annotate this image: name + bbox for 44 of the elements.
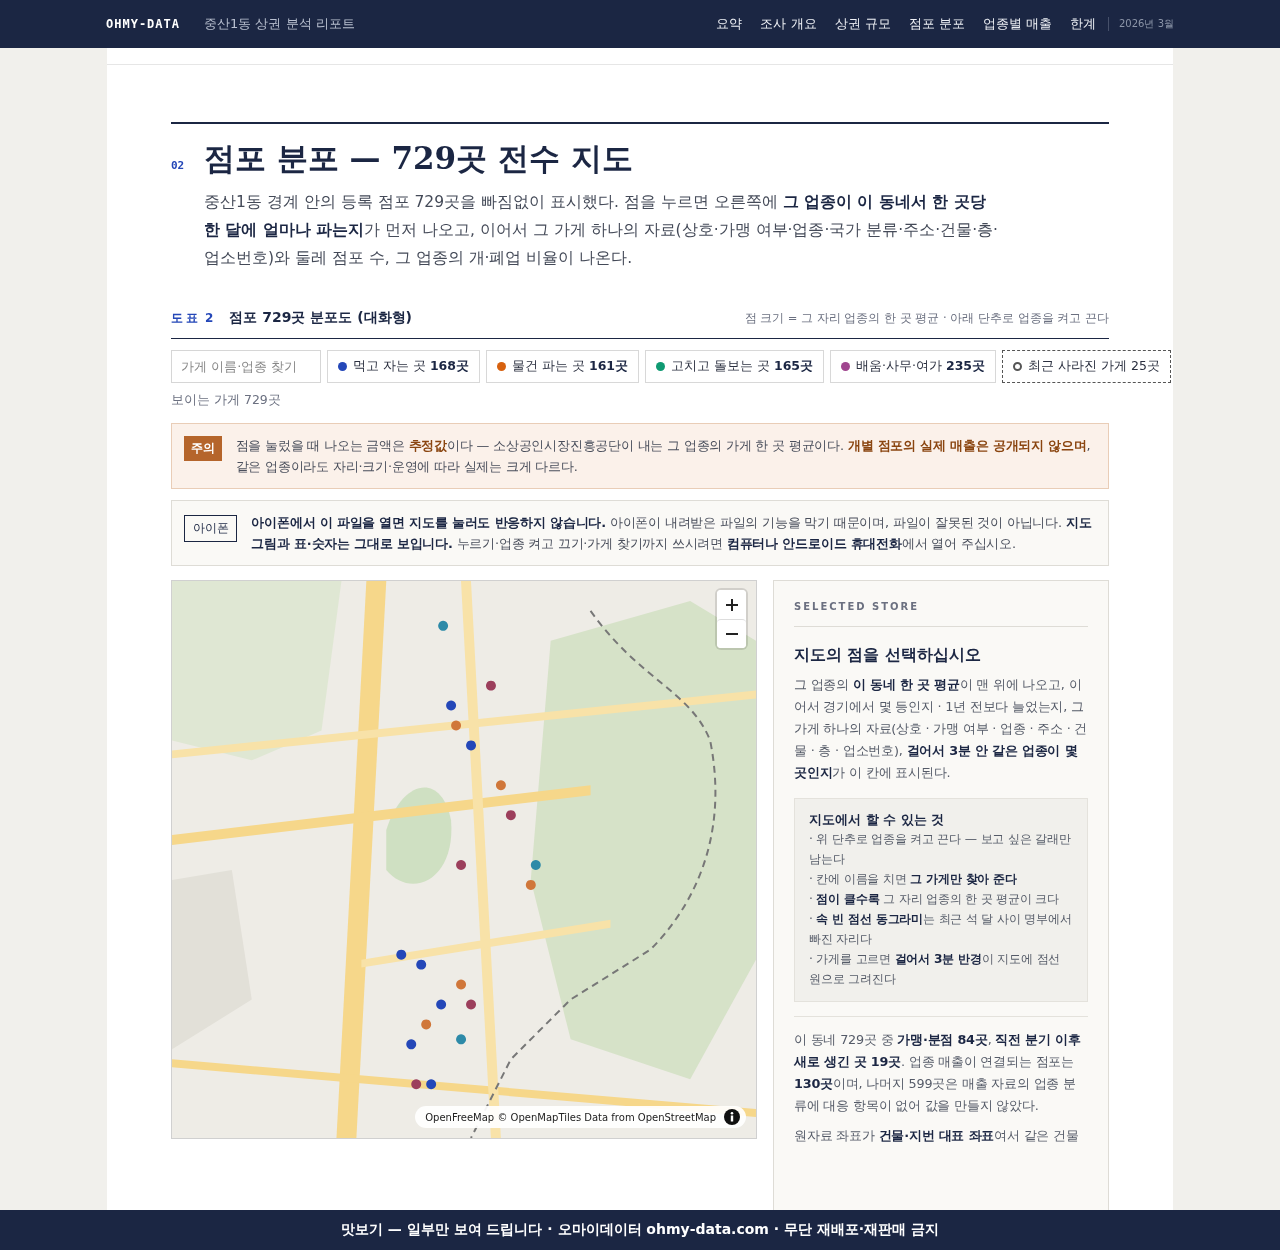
filter-button[interactable]: 최근 사라진 가게 25곳 <box>1002 350 1171 383</box>
section-title: 점포 분포 — 729곳 전수 지도 <box>204 139 633 178</box>
report-title: 중산1동 상권 분석 리포트 <box>204 15 355 33</box>
nav-link[interactable]: 상권 규모 <box>834 15 891 33</box>
section-intro: 중산1동 경계 안의 등록 점포 729곳을 빠짐없이 표시했다. 점을 누르면 오른쪽에 그 업종이 이 동네서 한 곳당 한 달에 얼마나 파는지가 먼저 나오고, 이어서 그 가게 하나의 자료(상호·가맹 여부·업종·국가 분류·주소·건물·층·업소번호)와 둘레 점포 수, 그 업종의 개·폐업 비율이 나온다. <box>204 192 999 269</box>
figure-note: 점 크기 = 그 자리 업종의 한 곳 평균 · 아래 단추로 업종을 켜고 끈다 <box>744 311 1109 326</box>
panel-eyebrow: SELECTED STORE <box>794 601 1088 627</box>
figure-number: 2 <box>205 311 214 325</box>
nav-link[interactable]: 업종별 매출 <box>982 15 1052 33</box>
nav-link[interactable]: 요약 <box>716 15 743 33</box>
panel-description: 그 업종의 이 동네 한 곳 평균이 맨 위에 나오고, 이어서 경기에서 몇 등인지 · 1년 전보다 늘었는지, 그 가게 하나의 자료(상호 · 가맹 여부 · 업종 · 주소 · 건물 · 층 · 업소번호), 걸어서 3분 안 같은 업종이 몇 곳인지가 이 칸에 표시된다. <box>794 676 1088 782</box>
notice-text: 점을 눌렀을 때 나오는 금액은 추정값이다 — 소상공인시장진흥공단이 내는 그 업종의 가게 한 곳 평균이다. 개별 점포의 실제 매출은 공개되지 않으며, 같은 업종이라도 자리·크기·운영에 따라 실제는 크게 다르다. <box>235 437 1092 476</box>
panel-title: 지도의 점을 선택하십시오 <box>794 645 982 666</box>
brand-logo[interactable]: OHMY-DATA <box>106 17 181 31</box>
minus-icon <box>725 633 738 635</box>
panel-note: 원자료 좌표가 건물·지번 대표 좌표여서 같은 건물 <box>794 1127 1080 1145</box>
filter-button[interactable]: 고치고 돌보는 곳 165곳 <box>645 350 825 383</box>
filter-button[interactable]: 먹고 자는 곳 168곳 <box>327 350 480 383</box>
notice-label: 주의 <box>184 436 222 461</box>
figure-label: 도표 <box>171 310 201 327</box>
help-item: · 가게를 고르면 걸어서 3분 반경이 지도에 점선 원으로 그려진다 <box>809 951 1062 988</box>
help-item: · 속 빈 점선 동그라미는 최근 석 달 사이 명부에서 빠진 자리다 <box>809 911 1073 948</box>
plus-icon <box>725 598 738 611</box>
nav-link[interactable]: 조사 개요 <box>760 15 817 33</box>
nav-link[interactable]: 점포 분포 <box>908 15 965 33</box>
nav-link[interactable]: 한계 <box>1070 15 1096 33</box>
zoom-out-button[interactable] <box>717 619 746 648</box>
search-field[interactable]: 가게 이름·업종 찾기 <box>171 350 321 383</box>
notice-text: 아이폰에서 이 파일을 열면 지도를 눌러도 반응하지 않습니다. 아이폰이 내려받은 파일의 기능을 막기 때문이며, 파일이 잘못된 것이 아닙니다. 지도 그림과 표·숫자는 그대로 보입니다. 누르기·업종 켜고 끄기·가게 찾기까지 쓰시려면 컴퓨터나 안드로이드 휴대전화에서 열어 주십시오. <box>251 514 1093 553</box>
notice-label: 아이폰 <box>184 515 238 542</box>
figure-title: 점포 729곳 분포도 (대화형) <box>229 309 412 327</box>
help-item: · 점이 클수록 그 자리 업종의 한 곳 평균이 크다 <box>809 891 1060 908</box>
info-icon[interactable] <box>724 1109 740 1125</box>
filter-button[interactable]: 물건 파는 곳 161곳 <box>486 350 640 383</box>
map-attribution: OpenFreeMap © OpenMapTiles Data from OpenStreetMap <box>425 1111 716 1123</box>
help-item: · 칸에 이름을 치면 그 가게만 찾아 준다 <box>809 871 1018 888</box>
section-number: 02 <box>171 159 186 172</box>
help-item: · 위 단추로 업종을 켜고 끈다 — 보고 싶은 갈래만 남는다 <box>809 831 1072 868</box>
help-title: 지도에서 할 수 있는 것 <box>809 811 946 829</box>
sample-notice: 맛보기 — 일부만 보여 드립니다 · 오마이데이터 ohmy-data.com · 무단 재배포·재판매 금지 <box>340 1221 940 1239</box>
report-date: 2026년 3월 <box>1108 17 1174 31</box>
panel-note: 이 동네 729곳 중 가맹·분점 84곳, 직전 분기 이후 새로 생긴 곳 19곳. 업종 매출이 연결되는 점포는 130곳이며, 나머지 599곳은 매출 자료의 업종 분류에 대응 항목이 없어 값을 만들지 않았다. <box>794 1031 1082 1115</box>
filter-button[interactable]: 배움·사무·여가 235곳 <box>830 350 997 383</box>
visible-count: 보이는 가게 729곳 <box>171 392 282 409</box>
